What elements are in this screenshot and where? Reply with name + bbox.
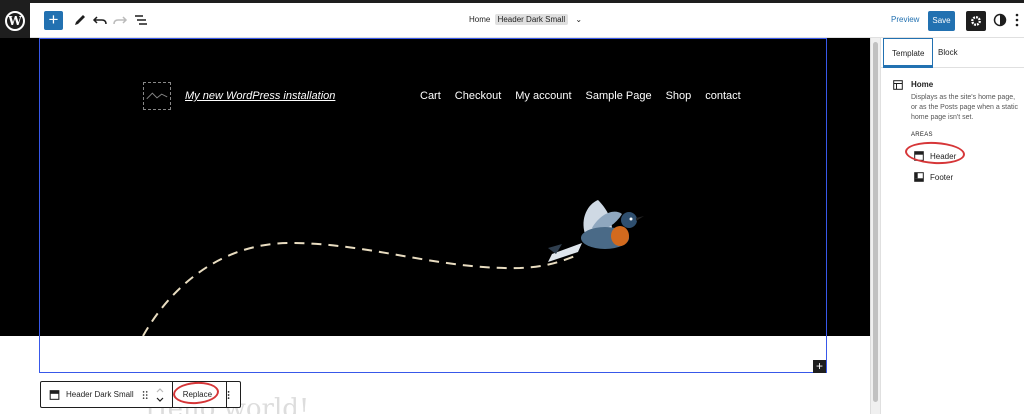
scrollbar-thumb[interactable] <box>873 42 878 402</box>
redo-icon[interactable] <box>112 12 128 28</box>
area-item-label: Footer <box>930 172 954 182</box>
editor-canvas: My new WordPress installation Cart Check… <box>0 38 870 414</box>
wordpress-logo-icon[interactable]: W <box>0 3 30 38</box>
annotation-circle <box>904 140 966 166</box>
document-title-text: Home <box>469 15 491 24</box>
add-block-button[interactable]: + <box>813 360 826 373</box>
block-selection-outline <box>39 38 827 373</box>
footer-area-icon <box>914 172 924 182</box>
pencil-icon[interactable] <box>72 12 88 28</box>
drag-handle-icon[interactable] <box>142 388 148 402</box>
list-view-icon[interactable] <box>133 12 149 28</box>
block-inserter-button[interactable]: + <box>44 11 63 30</box>
undo-icon[interactable] <box>92 12 108 28</box>
block-name-label: Header Dark Small <box>66 390 134 399</box>
settings-sidebar: Template Block Home Displays as the site… <box>880 38 1024 414</box>
sidebar-tabs: Template Block <box>881 38 1024 68</box>
template-badge: Header Dark Small <box>494 14 569 25</box>
area-item-footer[interactable]: Footer <box>914 172 953 182</box>
layout-icon <box>893 80 903 90</box>
template-description: Displays as the site's home page, or as … <box>911 94 1019 121</box>
block-options-more-icon[interactable] <box>227 389 230 401</box>
styles-half-circle-icon[interactable] <box>993 13 1007 27</box>
canvas-scrollbar[interactable] <box>870 38 880 414</box>
editor-toolbar: W + Home Header Dark Small ⌄ Preview Sav… <box>0 3 1024 38</box>
options-more-icon[interactable] <box>1014 12 1020 28</box>
settings-gear-icon[interactable] <box>966 11 986 31</box>
chevron-down-icon[interactable]: ⌄ <box>575 15 582 24</box>
areas-heading: AREAS <box>911 132 933 138</box>
document-title[interactable]: Home Header Dark Small ⌄ <box>469 14 582 25</box>
template-name: Home <box>911 80 934 89</box>
save-button[interactable]: Save <box>928 11 955 31</box>
preview-button[interactable]: Preview <box>891 15 919 24</box>
annotation-circle <box>171 380 220 406</box>
tab-template[interactable]: Template <box>883 38 934 68</box>
template-part-icon[interactable] <box>49 388 60 402</box>
tab-block[interactable]: Block <box>938 38 958 68</box>
replace-button[interactable]: Replace <box>171 380 220 406</box>
block-toolbar: Header Dark Small Replace <box>40 380 241 408</box>
move-up-down-control[interactable] <box>156 386 164 404</box>
